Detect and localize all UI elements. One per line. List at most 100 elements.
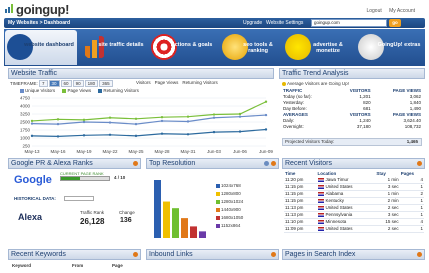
close-icon[interactable] bbox=[133, 252, 138, 257]
data-point bbox=[108, 133, 112, 136]
panel-title: Recent Keywords bbox=[11, 251, 66, 258]
breadcrumb[interactable]: My Websites > Dashboard bbox=[8, 20, 70, 26]
timeframe-60[interactable]: 60 bbox=[60, 80, 72, 87]
projected-label: Projected Visitors Today: bbox=[285, 139, 335, 144]
tab-advertise[interactable]: advertise & monetize bbox=[283, 30, 355, 65]
timeframe-90[interactable]: 90 bbox=[72, 80, 84, 87]
flag-icon bbox=[317, 198, 324, 203]
legend-label: 1440x900 bbox=[221, 207, 241, 212]
keywords-headers: Keyword From Page bbox=[12, 263, 140, 268]
legend-swatch bbox=[62, 88, 67, 93]
data-point bbox=[238, 115, 242, 118]
td: 37,180 bbox=[356, 124, 371, 129]
tab-website-dashboard[interactable]: website dashboard bbox=[5, 30, 77, 65]
data-point bbox=[160, 119, 164, 123]
table-cell: Alabama bbox=[317, 191, 376, 198]
timeframe-7[interactable]: 7 bbox=[39, 80, 48, 87]
tab-extras[interactable]: GoingUp! extras bbox=[356, 30, 424, 65]
x-tick-label: May-16 bbox=[50, 149, 66, 154]
flag-icon bbox=[317, 226, 324, 231]
table-row[interactable]: 11:13 pm United States 2 sec 1 bbox=[284, 205, 424, 212]
logout-link[interactable]: Logout bbox=[366, 8, 381, 14]
close-icon[interactable] bbox=[417, 252, 422, 257]
tab-actions-goals[interactable]: actions & goals bbox=[149, 30, 219, 65]
data-point bbox=[212, 113, 216, 116]
projected-value: 1,465 bbox=[406, 139, 418, 144]
toggle-visitors[interactable]: Visitors bbox=[136, 80, 151, 85]
y-tick-label: 4750 bbox=[20, 96, 31, 101]
website-select[interactable]: goingup.com bbox=[311, 19, 387, 27]
tab-site-traffic[interactable]: site traffic details bbox=[80, 30, 148, 65]
close-icon[interactable] bbox=[271, 252, 276, 257]
traffic-trend-header: Traffic Trend Analysis bbox=[279, 68, 425, 79]
legend-swatch bbox=[216, 191, 220, 196]
change-label: Change bbox=[119, 210, 135, 215]
pie-view-icon[interactable] bbox=[264, 161, 269, 166]
table-row[interactable]: 11:13 pm Pennsylvania 3 sec 1 bbox=[284, 212, 424, 219]
close-icon[interactable] bbox=[417, 161, 422, 166]
legend-label: 1280x1024 bbox=[221, 199, 244, 204]
panel-title: Inbound Links bbox=[149, 251, 193, 258]
timeframe-365[interactable]: 365 bbox=[99, 80, 113, 87]
x-tick-label: May-31 bbox=[180, 149, 196, 154]
upgrade-link[interactable]: Upgrade bbox=[243, 20, 262, 26]
td: 108,732 bbox=[404, 124, 421, 129]
series-line bbox=[31, 128, 267, 138]
toggle-page-views[interactable]: Page Views bbox=[155, 80, 179, 85]
table-row[interactable]: 11:09 pm United States 2 sec 1 bbox=[284, 226, 424, 233]
resolution-legend-item: 1152x864 bbox=[216, 222, 243, 230]
table-row[interactable]: 11:15 pm United States 3 sec 1 bbox=[284, 184, 424, 191]
x-tick-label: Jun-06 bbox=[233, 149, 247, 154]
panel-title: Google PR & Alexa Ranks bbox=[11, 160, 93, 167]
th: Page bbox=[112, 263, 123, 268]
resolution-bar bbox=[163, 201, 170, 238]
td: Overnight: bbox=[283, 124, 304, 129]
table-row[interactable]: 11:15 pm Kentucky 2 min 1 bbox=[284, 198, 424, 205]
resolution-legend-item: 1024x768 bbox=[216, 182, 243, 190]
search-index-header: Pages in Search Index bbox=[282, 249, 425, 260]
data-point bbox=[134, 134, 138, 138]
close-icon[interactable] bbox=[271, 161, 276, 166]
tab-seo-tools[interactable]: seo tools & ranking bbox=[220, 30, 282, 65]
legend-returning: Returning Visitors bbox=[103, 88, 139, 93]
timeframe-180[interactable]: 180 bbox=[84, 80, 99, 87]
table-cell: United States bbox=[317, 184, 376, 191]
x-tick-label: Jun-09 bbox=[259, 149, 273, 154]
table-row[interactable]: 11:15 pm Alabama 1 min 2 bbox=[284, 191, 424, 198]
data-point bbox=[186, 133, 190, 136]
panel-title: Pages in Search Index bbox=[285, 251, 356, 258]
timeframe-30[interactable]: 30 bbox=[48, 80, 60, 87]
logo-bars-icon bbox=[5, 4, 13, 13]
data-point bbox=[108, 116, 112, 119]
timeframe-bar: TIMEFRAME: 7 30 60 90 180 365 Visitors Page Vi… bbox=[10, 80, 274, 87]
table-cell: 11:15 pm bbox=[285, 184, 304, 189]
website-settings-link[interactable]: Website Settings bbox=[266, 20, 303, 26]
close-icon[interactable] bbox=[133, 161, 138, 166]
tab-label: seo tools & ranking bbox=[243, 42, 273, 54]
data-point bbox=[186, 120, 190, 123]
data-point bbox=[134, 122, 138, 126]
flag-icon bbox=[317, 184, 324, 189]
historical-label: HISTORICAL DATA: bbox=[14, 196, 56, 201]
my-account-link[interactable]: My Account bbox=[389, 8, 415, 14]
table-cell: 2 min bbox=[387, 198, 399, 203]
table-cell: Pennsylvania bbox=[317, 212, 376, 219]
data-point bbox=[160, 132, 164, 135]
go-button[interactable]: go bbox=[389, 19, 401, 27]
tab-label: site traffic details bbox=[98, 42, 144, 48]
table-cell: 1 bbox=[420, 184, 423, 189]
legend-swatch bbox=[216, 183, 220, 188]
trend-note: Average Visitors are Going Up! bbox=[282, 81, 424, 86]
projected-box: Projected Visitors Today: 1,465 bbox=[282, 138, 422, 146]
toggle-returning[interactable]: Returning Visitors bbox=[182, 80, 217, 85]
table-row[interactable]: 11:10 pm Minnesota 15 sec 4 bbox=[284, 219, 424, 226]
tab-label: website dashboard bbox=[24, 42, 74, 48]
traffic-rank-label: Traffic Rank bbox=[80, 210, 105, 215]
historical-select[interactable] bbox=[64, 196, 94, 201]
legend-label: 1024x768 bbox=[221, 183, 241, 188]
logo[interactable]: goingup! bbox=[16, 2, 69, 17]
table-cell: Minnesota bbox=[317, 219, 376, 226]
recent-keywords-header: Recent Keywords bbox=[8, 249, 141, 260]
tab-label: advertise & monetize bbox=[313, 42, 343, 54]
x-tick-label: May-22 bbox=[102, 149, 118, 154]
